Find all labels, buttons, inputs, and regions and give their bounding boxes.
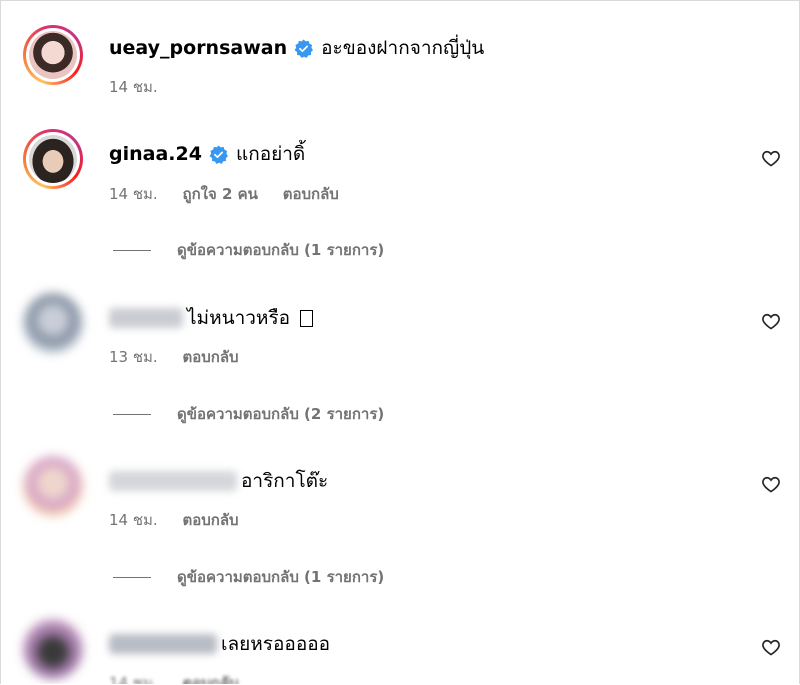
comment-meta: 13 ชม. ตอบกลับ bbox=[109, 345, 259, 369]
view-replies-label: ดูข้อความตอบกลับ (1 รายการ) bbox=[177, 568, 385, 586]
view-replies-button[interactable]: ดูข้อความตอบกลับ (1 รายการ) bbox=[113, 565, 384, 589]
reply-button[interactable]: ตอบกลับ bbox=[182, 511, 238, 529]
comment-time: 13 ชม. bbox=[109, 348, 158, 366]
reply-button[interactable]: ตอบกลับ bbox=[182, 674, 238, 684]
heart-outline-icon[interactable] bbox=[761, 311, 781, 331]
comment-time: 14 ชม. bbox=[109, 185, 158, 203]
blurred-username[interactable] bbox=[109, 634, 217, 654]
comment-text: ไม่หนาวหรือ bbox=[187, 307, 291, 329]
heart-outline-icon[interactable] bbox=[761, 637, 781, 657]
divider bbox=[113, 576, 151, 578]
comment-time: 14 ชม. bbox=[109, 674, 158, 684]
heart-outline-icon[interactable] bbox=[761, 148, 781, 168]
view-replies-button[interactable]: ดูข้อความตอบกลับ (1 รายการ) bbox=[113, 238, 384, 262]
comment-meta: 14 ชม. ตอบกลับ bbox=[109, 508, 259, 532]
caption-text: อะของฝากจากญี่ปุ่น bbox=[321, 37, 485, 59]
caption-meta: 14 ชม. bbox=[109, 75, 178, 99]
emoji-placeholder-icon bbox=[300, 309, 314, 327]
blurred-username[interactable] bbox=[109, 471, 237, 491]
caption-username[interactable]: ueay_pornsawan bbox=[109, 37, 287, 59]
blurred-username[interactable] bbox=[109, 308, 183, 328]
verified-badge-icon bbox=[294, 38, 314, 58]
reply-button[interactable]: ตอบกลับ bbox=[182, 348, 238, 366]
comment-time: 14 ชม. bbox=[109, 511, 158, 529]
comment-text: อาริกาโต๊ะ bbox=[241, 470, 329, 492]
view-replies-label: ดูข้อความตอบกลับ (1 รายการ) bbox=[177, 241, 385, 259]
avatar[interactable] bbox=[23, 619, 83, 679]
comments-panel: ueay_pornsawan อะของฝากจากญี่ปุ่น 14 ชม.… bbox=[0, 0, 800, 684]
heart-outline-icon[interactable] bbox=[761, 474, 781, 494]
likes-count[interactable]: ถูกใจ 2 คน bbox=[182, 185, 257, 203]
verified-badge-icon bbox=[209, 144, 228, 164]
comment-meta: 14 ชม. ตอบกลับ bbox=[109, 671, 259, 684]
view-replies-label: ดูข้อความตอบกลับ (2 รายการ) bbox=[177, 405, 385, 423]
comment-text: แกอย่าดิ้ bbox=[235, 143, 306, 165]
comment-username[interactable]: ginaa.24 bbox=[109, 143, 202, 165]
view-replies-button[interactable]: ดูข้อความตอบกลับ (2 รายการ) bbox=[113, 402, 384, 426]
reply-button[interactable]: ตอบกลับ bbox=[283, 185, 339, 203]
avatar[interactable] bbox=[23, 129, 83, 189]
avatar[interactable] bbox=[23, 25, 83, 85]
divider bbox=[113, 413, 151, 415]
caption-time: 14 ชม. bbox=[109, 78, 158, 96]
avatar[interactable] bbox=[23, 456, 83, 516]
comment-text: เลยหรอออออ bbox=[221, 633, 331, 655]
comment-meta: 14 ชม. ถูกใจ 2 คน ตอบกลับ bbox=[109, 182, 359, 206]
divider bbox=[113, 249, 151, 251]
avatar[interactable] bbox=[23, 293, 83, 353]
